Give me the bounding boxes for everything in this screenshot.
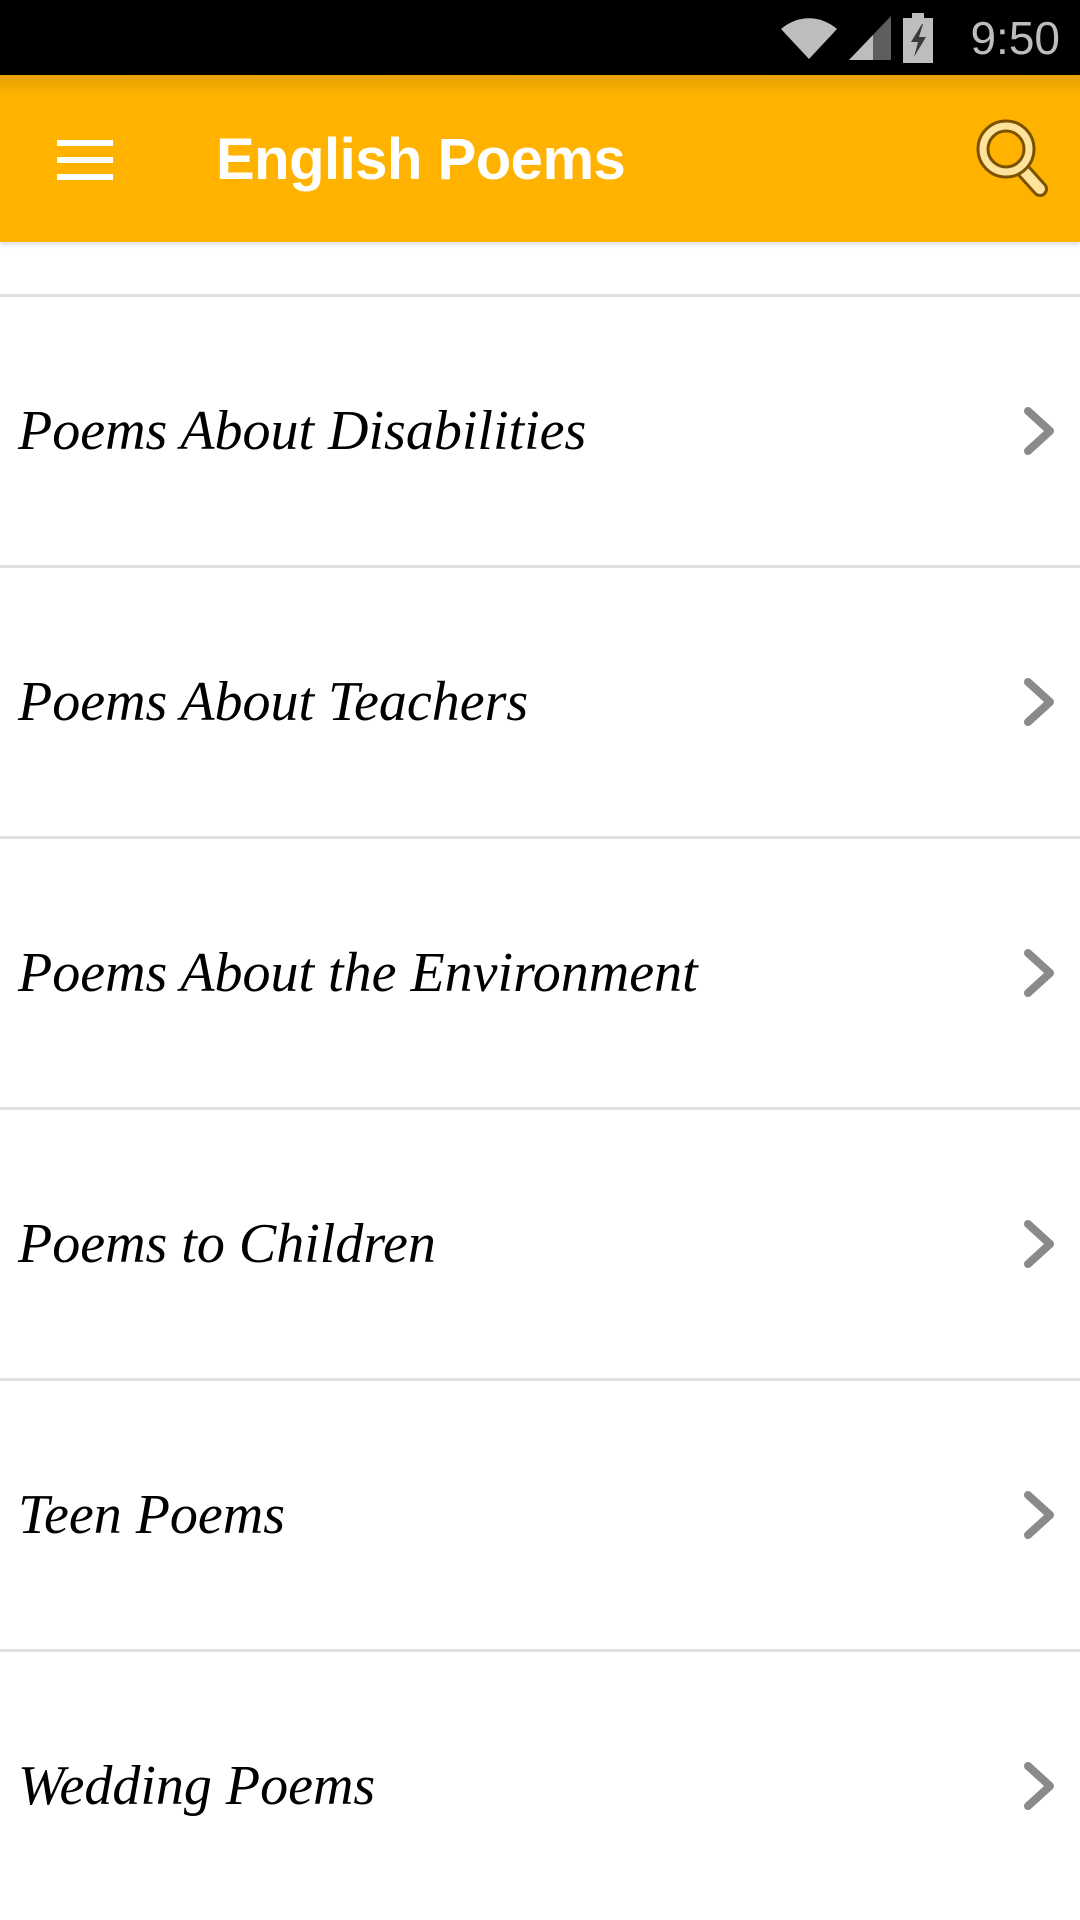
app-toolbar: English Poems <box>0 75 1080 242</box>
search-button[interactable] <box>970 113 1060 203</box>
list-item[interactable]: Poems to Children <box>0 1110 1080 1381</box>
list-item[interactable]: Teen Poems <box>0 1381 1080 1652</box>
magnifier-icon <box>976 119 1048 197</box>
list-item-label: Poems to Children <box>18 1213 436 1275</box>
hamburger-menu-icon <box>57 140 113 180</box>
list-item-label: Wedding Poems <box>18 1755 376 1817</box>
list-item[interactable]: Poems About Disabilities <box>0 297 1080 568</box>
chevron-right-icon <box>1024 949 1054 997</box>
toolbar-shadow <box>0 75 1080 97</box>
chevron-right-icon <box>1024 1491 1054 1539</box>
menu-button[interactable] <box>40 125 130 195</box>
chevron-right-icon <box>1024 678 1054 726</box>
list-top-partial-row <box>0 242 1080 297</box>
list-item-label: Poems About Disabilities <box>18 400 587 462</box>
wifi-icon <box>781 18 837 59</box>
list-item-label: Poems About the Environment <box>18 942 698 1004</box>
chevron-right-icon <box>1024 407 1054 455</box>
list-item-label: Poems About Teachers <box>18 671 529 733</box>
list-item[interactable]: Wedding Poems <box>0 1652 1080 1920</box>
chevron-right-icon <box>1024 1220 1054 1268</box>
status-icons <box>779 10 935 66</box>
cell-signal-icon <box>849 16 891 60</box>
category-list: Poems About Disabilities Poems About Tea… <box>0 242 1080 1920</box>
status-bar: 9:50 <box>0 0 1080 75</box>
chevron-right-icon <box>1024 1762 1054 1810</box>
page-title: English Poems <box>216 127 626 192</box>
list-item[interactable]: Poems About Teachers <box>0 568 1080 839</box>
list-item[interactable]: Poems About the Environment <box>0 839 1080 1110</box>
list-item-label: Teen Poems <box>18 1484 286 1546</box>
status-time: 9:50 <box>970 12 1060 64</box>
battery-charging-icon <box>903 13 933 63</box>
